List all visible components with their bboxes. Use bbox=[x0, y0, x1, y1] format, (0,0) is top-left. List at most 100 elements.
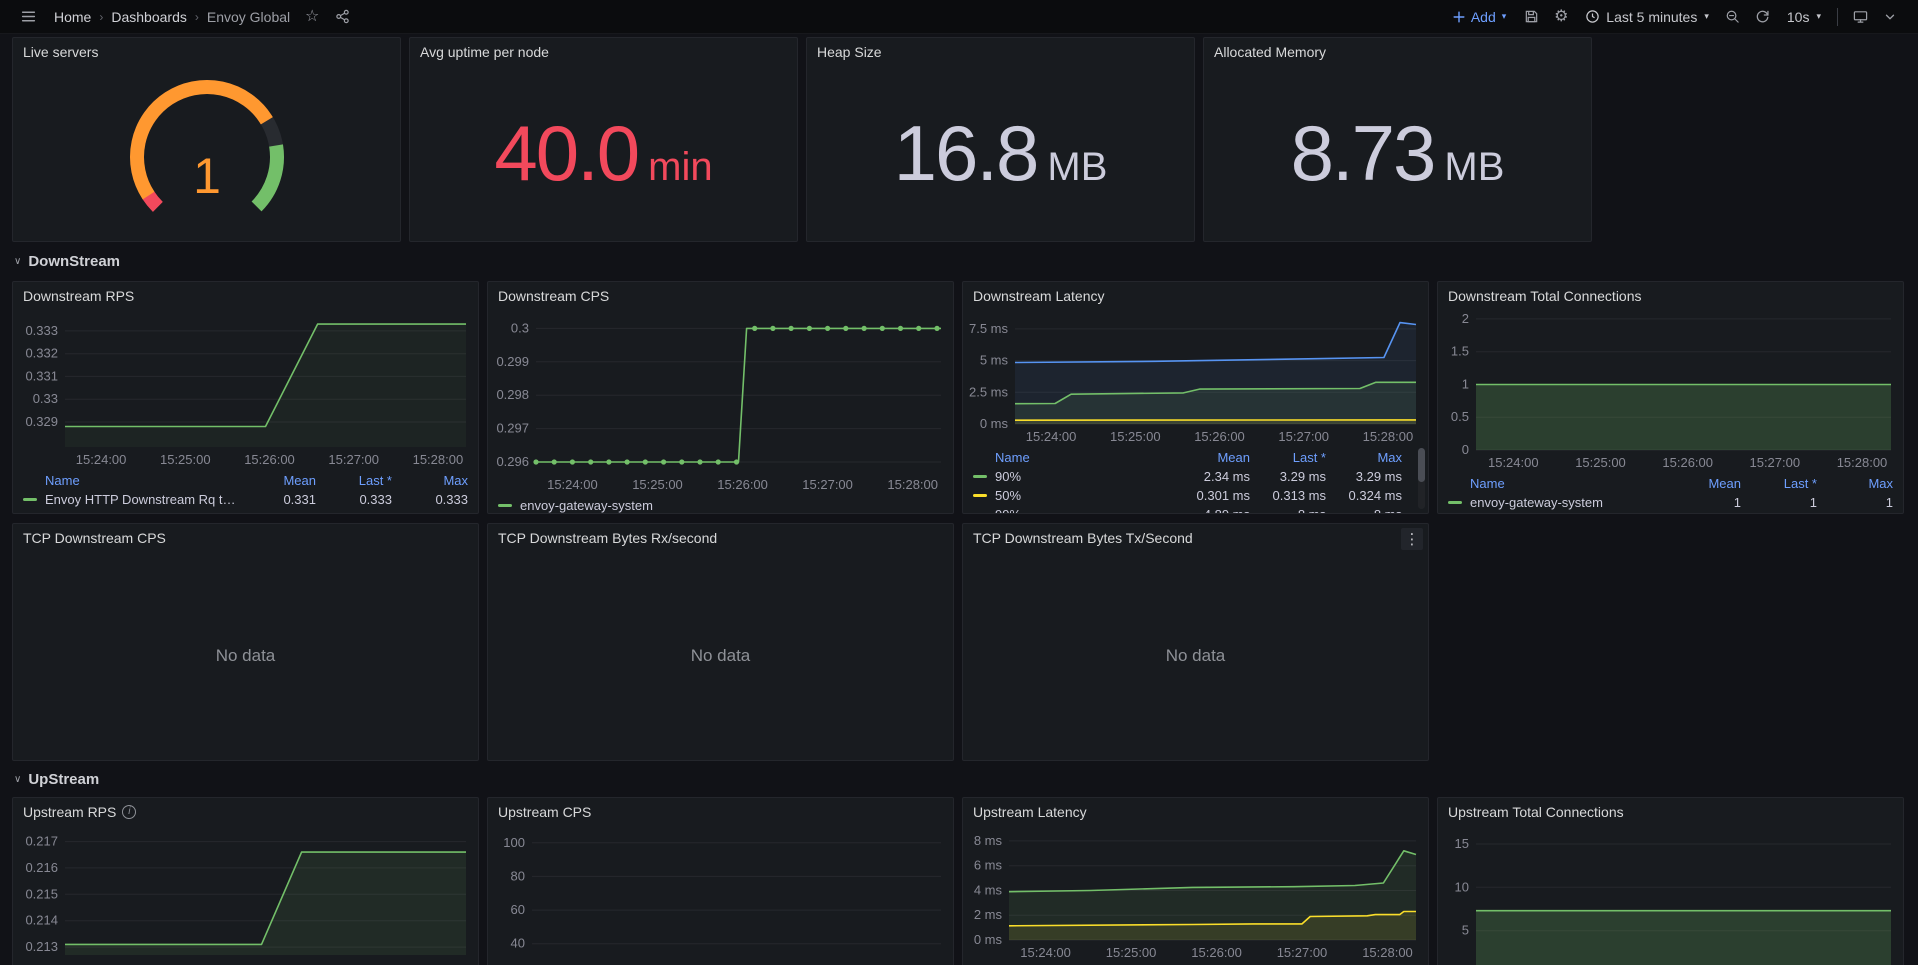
svg-text:15:26:00: 15:26:00 bbox=[1662, 455, 1713, 470]
panel-tcp-downstream-cps: TCP Downstream CPS No data bbox=[12, 523, 479, 761]
series-color-swatch bbox=[23, 498, 37, 501]
chart-downstream-cps[interactable]: 0.30.2990.2980.2970.29615:24:0015:25:001… bbox=[488, 309, 953, 494]
panel-title[interactable]: Downstream Latency bbox=[963, 282, 1428, 309]
save-dashboard-button[interactable] bbox=[1517, 3, 1545, 31]
breadcrumb-dashboards[interactable]: Dashboards bbox=[111, 9, 187, 25]
chart-downstream-total-connections[interactable]: 21.510.5015:24:0015:25:0015:26:0015:27:0… bbox=[1438, 309, 1903, 472]
legend-item[interactable]: 90%2.34 ms3.29 ms3.29 ms bbox=[973, 467, 1402, 486]
chart-downstream-latency[interactable]: 7.5 ms5 ms2.5 ms0 ms15:24:0015:25:0015:2… bbox=[963, 309, 1428, 446]
svg-text:15:27:00: 15:27:00 bbox=[802, 477, 853, 492]
legend: NameMeanLast *MaxEnvoy HTTP Downstream R… bbox=[13, 469, 478, 509]
svg-text:0.331: 0.331 bbox=[25, 368, 58, 383]
panel-upstream-latency: Upstream Latency 8 ms6 ms4 ms2 ms0 ms15:… bbox=[962, 797, 1429, 965]
svg-text:1.5: 1.5 bbox=[1451, 344, 1469, 359]
svg-text:0 ms: 0 ms bbox=[974, 932, 1003, 947]
svg-text:0.216: 0.216 bbox=[25, 860, 58, 875]
chart-downstream-rps[interactable]: 0.3330.3320.3310.330.32915:24:0015:25:00… bbox=[13, 309, 478, 469]
legend-item[interactable]: 99%4.89 ms8 ms8 ms bbox=[973, 505, 1402, 513]
panel-title[interactable]: TCP Downstream Bytes Rx/second bbox=[488, 524, 953, 551]
svg-text:100: 100 bbox=[503, 835, 525, 850]
zoom-out-icon bbox=[1725, 9, 1740, 24]
stat-panel-row: Live servers 1 Avg uptime per node 40.0 bbox=[12, 37, 1906, 242]
panel-title[interactable]: Upstream CPS bbox=[488, 798, 953, 825]
panel-title[interactable]: Allocated Memory bbox=[1204, 38, 1591, 65]
info-icon[interactable]: i bbox=[122, 805, 136, 819]
panel-title[interactable]: Downstream CPS bbox=[488, 282, 953, 309]
favorite-star-button[interactable]: ☆ bbox=[298, 3, 326, 31]
add-button[interactable]: Add ▾ bbox=[1443, 3, 1515, 31]
panel-title[interactable]: Live servers bbox=[13, 38, 400, 65]
collapse-toolbar-button[interactable] bbox=[1876, 3, 1904, 31]
menu-toggle-button[interactable] bbox=[14, 3, 42, 31]
stat-unit: MB bbox=[1444, 145, 1504, 190]
save-icon bbox=[1524, 9, 1539, 24]
panel-title[interactable]: Avg uptime per node bbox=[410, 38, 797, 65]
refresh-interval-dropdown[interactable]: 10s ▾ bbox=[1779, 3, 1829, 31]
row-title: UpStream bbox=[28, 771, 99, 788]
svg-text:7.5 ms: 7.5 ms bbox=[969, 321, 1009, 336]
panel-title[interactable]: TCP Downstream Bytes Tx/Second bbox=[963, 524, 1428, 551]
svg-text:2: 2 bbox=[1462, 311, 1469, 326]
chart-upstream-rps[interactable]: 0.2170.2160.2150.2140.213 bbox=[13, 825, 478, 965]
upstream-panel-row: Upstream RPS i 0.2170.2160.2150.2140.213… bbox=[12, 797, 1906, 965]
panel-title[interactable]: Upstream Total Connections bbox=[1438, 798, 1903, 825]
svg-text:0.215: 0.215 bbox=[25, 886, 58, 901]
panel-menu-icon[interactable]: ⋮ bbox=[1401, 528, 1423, 550]
svg-text:2.5 ms: 2.5 ms bbox=[969, 384, 1009, 399]
panel-title[interactable]: TCP Downstream CPS bbox=[13, 524, 478, 551]
share-button[interactable] bbox=[328, 3, 356, 31]
dashboard-settings-button[interactable]: ⚙ bbox=[1547, 3, 1575, 31]
legend-item[interactable]: Envoy HTTP Downstream Rq total0.3310.333… bbox=[23, 490, 468, 509]
row-toggle-downstream[interactable]: ∨ DownStream bbox=[12, 242, 1906, 281]
tcp-panel-row: TCP Downstream CPS No data TCP Downstrea… bbox=[12, 523, 1906, 761]
stat-body: 8.73 MB bbox=[1204, 65, 1591, 241]
legend: NameMeanLast *Maxenvoy-gateway-system111 bbox=[1438, 472, 1903, 512]
legend-header: NameMeanLast *Max bbox=[973, 448, 1402, 467]
panel-title[interactable]: Downstream RPS bbox=[13, 282, 478, 309]
legend-item[interactable]: envoy-gateway-system bbox=[498, 496, 943, 514]
time-range-picker[interactable]: Last 5 minutes ▾ bbox=[1577, 3, 1717, 31]
row-toggle-upstream[interactable]: ∨ UpStream bbox=[12, 761, 1906, 797]
panel-tcp-downstream-bytes-rx: TCP Downstream Bytes Rx/second No data bbox=[487, 523, 954, 761]
no-data-message: No data bbox=[488, 551, 953, 760]
svg-text:4 ms: 4 ms bbox=[974, 883, 1003, 898]
svg-text:60: 60 bbox=[511, 902, 525, 917]
tv-mode-button[interactable] bbox=[1846, 3, 1874, 31]
svg-text:5 ms: 5 ms bbox=[980, 353, 1009, 368]
legend-scrollbar[interactable] bbox=[1418, 448, 1425, 509]
stat-value: 16.8 bbox=[894, 108, 1038, 199]
stat-value: 8.73 bbox=[1291, 108, 1435, 199]
chart-upstream-total-connections[interactable]: 15105 bbox=[1438, 825, 1903, 965]
svg-text:0.333: 0.333 bbox=[25, 323, 58, 338]
stat-body: 40.0 min bbox=[410, 65, 797, 241]
panel-title[interactable]: Upstream Latency bbox=[963, 798, 1428, 825]
svg-text:15:28:00: 15:28:00 bbox=[1363, 429, 1414, 444]
breadcrumb-home[interactable]: Home bbox=[54, 9, 91, 25]
svg-text:0 ms: 0 ms bbox=[980, 416, 1009, 431]
series-color-swatch bbox=[498, 504, 512, 507]
clock-icon bbox=[1585, 9, 1600, 24]
downstream-panel-row: Downstream RPS 0.3330.3320.3310.330.3291… bbox=[12, 281, 1906, 514]
zoom-out-time-button[interactable] bbox=[1719, 3, 1747, 31]
chart-upstream-latency[interactable]: 8 ms6 ms4 ms2 ms0 ms15:24:0015:25:0015:2… bbox=[963, 825, 1428, 962]
svg-text:15:24:00: 15:24:00 bbox=[76, 452, 127, 467]
refresh-button[interactable] bbox=[1749, 3, 1777, 31]
add-button-label: Add bbox=[1471, 9, 1496, 25]
svg-text:10: 10 bbox=[1455, 879, 1469, 894]
panel-title[interactable]: Upstream RPS i bbox=[13, 798, 478, 825]
no-data-message: No data bbox=[963, 551, 1428, 760]
legend-item[interactable]: envoy-gateway-system111 bbox=[1448, 493, 1893, 512]
chevron-down-icon: ∨ bbox=[14, 774, 21, 785]
chart-upstream-cps[interactable]: 100806040 bbox=[488, 825, 953, 965]
legend-item[interactable]: 50%0.301 ms0.313 ms0.324 ms bbox=[973, 486, 1402, 505]
panel-title[interactable]: Downstream Total Connections bbox=[1438, 282, 1903, 309]
panel-avg-uptime: Avg uptime per node 40.0 min bbox=[409, 37, 798, 242]
scrollbar-thumb[interactable] bbox=[1418, 448, 1425, 482]
svg-text:0.296: 0.296 bbox=[496, 454, 529, 469]
refresh-icon bbox=[1755, 9, 1770, 24]
series-color-swatch bbox=[973, 475, 987, 478]
svg-text:1: 1 bbox=[1462, 377, 1469, 392]
svg-text:0.332: 0.332 bbox=[25, 346, 58, 361]
panel-title[interactable]: Heap Size bbox=[807, 38, 1194, 65]
stat-value: 40.0 bbox=[494, 108, 638, 199]
